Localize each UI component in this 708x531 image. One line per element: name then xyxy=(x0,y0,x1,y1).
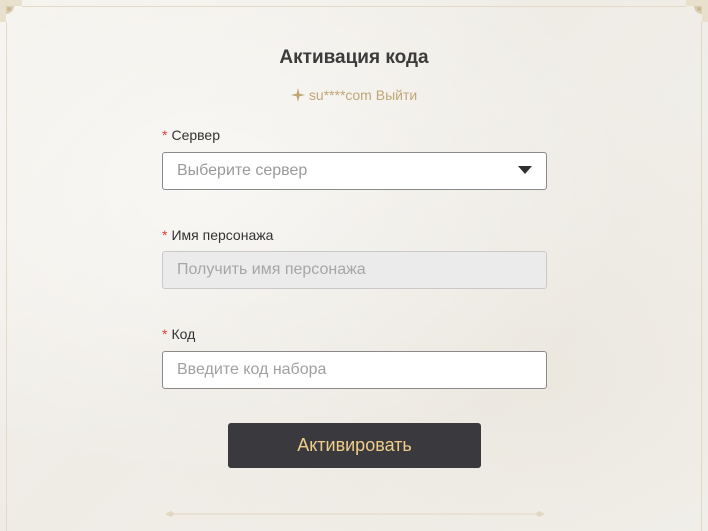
corner-ornament-left-icon xyxy=(0,0,30,26)
required-mark: * xyxy=(162,227,168,243)
corner-ornament-right-icon xyxy=(678,0,708,26)
character-label-text: Имя персонажа xyxy=(171,227,274,243)
logout-link[interactable]: Выйти xyxy=(376,87,417,103)
required-mark: * xyxy=(162,326,168,342)
character-name-field: Получить имя персонажа xyxy=(162,251,547,289)
activate-button[interactable]: Активировать xyxy=(228,423,481,468)
server-label: * Сервер xyxy=(162,127,220,143)
character-label: * Имя персонажа xyxy=(162,227,273,243)
account-line: su****com Выйти xyxy=(0,87,708,103)
account-email: su****com xyxy=(308,87,372,103)
redeem-code-panel: Активация кода su****com Выйти * Сервер В… xyxy=(0,0,708,531)
server-label-text: Сервер xyxy=(171,127,220,143)
chevron-down-icon[interactable] xyxy=(518,166,532,174)
code-label-text: Код xyxy=(171,326,196,342)
page-title: Активация кода xyxy=(279,47,429,68)
code-label: * Код xyxy=(162,326,195,342)
server-select-placeholder: Выберите сервер xyxy=(177,162,308,179)
sparkle-icon xyxy=(290,88,305,102)
ornament-divider-icon xyxy=(165,510,545,518)
character-name-placeholder: Получить имя персонажа xyxy=(177,261,366,278)
code-input[interactable]: Введите код набора xyxy=(162,351,547,389)
required-mark: * xyxy=(162,127,168,143)
frame-border-top xyxy=(22,6,686,7)
code-input-placeholder: Введите код набора xyxy=(177,361,327,378)
server-select[interactable]: Выберите сервер xyxy=(162,152,547,190)
